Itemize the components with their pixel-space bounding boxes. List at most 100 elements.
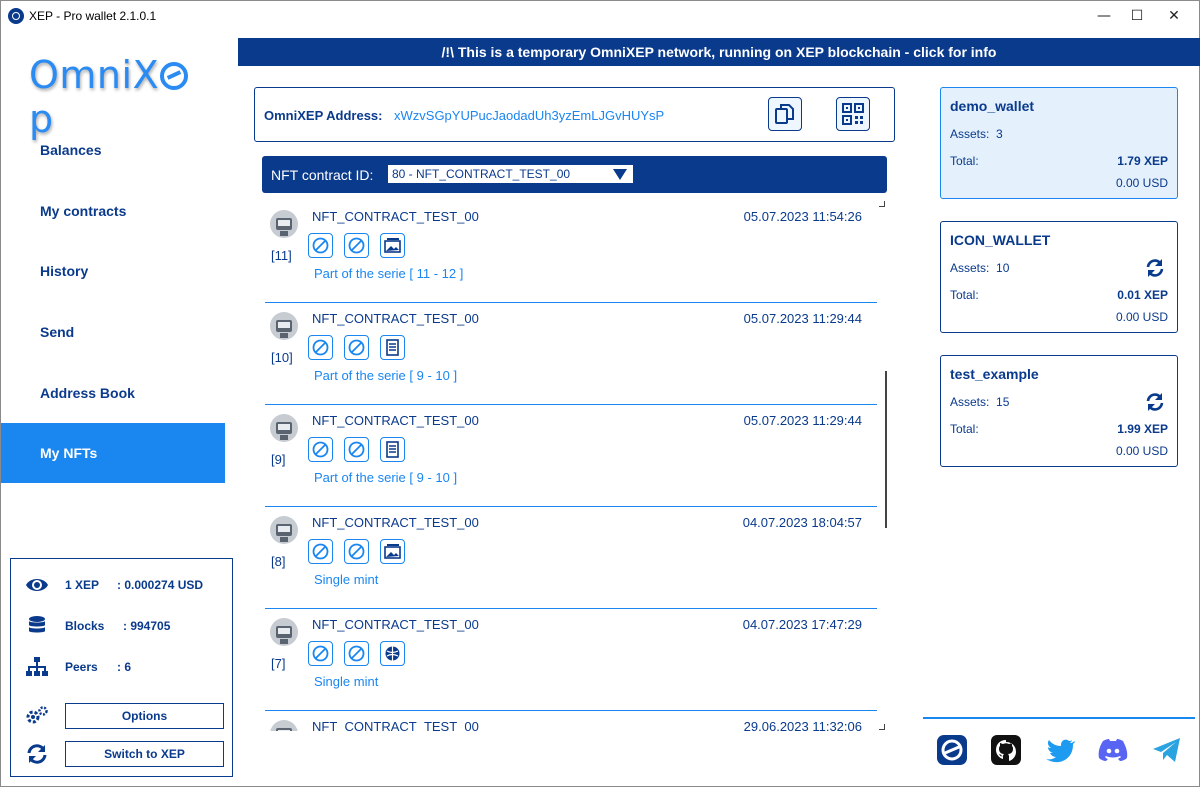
assets-count: 10 [996, 261, 1010, 275]
wallet-total-label: Total: [950, 288, 979, 302]
disabled-action-button[interactable] [308, 437, 333, 462]
nft-name: NFT_CONTRACT_TEST_00 [312, 719, 479, 731]
blocks-label: Blocks [65, 619, 105, 633]
price-label: 1 XEP [65, 578, 100, 592]
wallet-total-xep: 1.99 XEP [1117, 422, 1168, 436]
nft-date: 04.07.2023 17:47:29 [742, 617, 862, 632]
testnet-banner[interactable]: /!\ This is a temporary OmniXEP network,… [238, 38, 1200, 66]
copy-address-button[interactable] [768, 97, 802, 131]
refresh-icon[interactable] [1145, 392, 1165, 412]
wallet-card-demo-wallet[interactable]: demo_wallet Assets: 3 Total: 1.79 XEP 0.… [940, 87, 1178, 199]
open-link-button[interactable] [380, 641, 405, 666]
nav-send[interactable]: Send [1, 302, 225, 362]
app-logo-icon [8, 8, 24, 24]
nav-my-contracts[interactable]: My contracts [1, 181, 225, 241]
wallet-assets: Assets: 15 [950, 395, 1009, 409]
robot-avatar-icon [270, 210, 298, 238]
view-media-button[interactable] [380, 539, 405, 564]
disabled-action-button[interactable] [308, 641, 333, 666]
disabled-action-button[interactable] [344, 335, 369, 360]
disabled-action-button[interactable] [344, 641, 369, 666]
nav-balances[interactable]: Balances [1, 120, 225, 180]
github-icon[interactable] [990, 734, 1022, 766]
nft-date: 05.07.2023 11:29:44 [743, 311, 862, 326]
view-document-button[interactable] [380, 437, 405, 462]
nft-serie: Single mint [314, 674, 379, 689]
scroll-down-corner [879, 724, 885, 730]
wallet-total-label: Total: [950, 422, 979, 436]
nav-history[interactable]: History [1, 241, 225, 301]
nft-row[interactable]: [11] NFT_CONTRACT_TEST_00 05.07.2023 11:… [265, 201, 877, 303]
prohibited-icon [348, 543, 365, 560]
prohibited-icon [312, 645, 329, 662]
address-panel: OmniXEP Address: xWzvSGpYUPucJaodadUh3yz… [254, 87, 895, 142]
database-icon [29, 616, 45, 633]
network-icon [26, 657, 48, 676]
nft-row[interactable]: [8] NFT_CONTRACT_TEST_00 04.07.2023 18:0… [265, 507, 877, 609]
disabled-action-button[interactable] [308, 335, 333, 360]
nft-index: [7] [271, 656, 286, 671]
contract-label: NFT contract ID: [271, 167, 374, 183]
nft-row[interactable]: NFT_CONTRACT_TEST_00 29.06.2023 11:32:06 [265, 711, 877, 731]
gears-icon [26, 706, 48, 724]
options-button[interactable]: Options [65, 703, 224, 729]
telegram-icon[interactable] [1151, 734, 1183, 766]
robot-avatar-icon [270, 720, 298, 731]
contract-selected-value: 80 - NFT_CONTRACT_TEST_00 [392, 167, 571, 181]
nft-name: NFT_CONTRACT_TEST_00 [312, 311, 479, 326]
nft-row[interactable]: [7] NFT_CONTRACT_TEST_00 04.07.2023 17:4… [265, 609, 877, 711]
disabled-action-button[interactable] [344, 437, 369, 462]
app-window: XEP - Pro wallet 2.1.0.1 — ☐ ✕ /!\ This … [0, 0, 1200, 787]
prohibited-icon [348, 441, 365, 458]
view-document-button[interactable] [380, 335, 405, 360]
view-media-button[interactable] [380, 233, 405, 258]
blocks-value: : 994705 [123, 619, 171, 633]
nav-my-nfts[interactable]: My NFTs [1, 423, 225, 483]
eye-icon [26, 579, 48, 591]
assets-count: 3 [996, 127, 1003, 141]
scroll-up-corner [879, 201, 885, 207]
robot-avatar-icon [270, 312, 298, 340]
title-bar: XEP - Pro wallet 2.1.0.1 — ☐ ✕ [1, 1, 1199, 31]
window-title: XEP - Pro wallet 2.1.0.1 [29, 9, 157, 23]
qr-code-icon [842, 103, 864, 125]
disabled-action-button[interactable] [344, 233, 369, 258]
peers-row: Peers : 6 [11, 655, 232, 679]
nft-name: NFT_CONTRACT_TEST_00 [312, 515, 479, 530]
address-value[interactable]: xWzvSGpYUPucJaodadUh3yzEmLJGvHUYsP [394, 108, 664, 123]
scrollbar-thumb[interactable] [885, 371, 887, 528]
close-button[interactable]: ✕ [1151, 1, 1197, 31]
nft-row[interactable]: [9] NFT_CONTRACT_TEST_00 05.07.2023 11:2… [265, 405, 877, 507]
nft-serie: Part of the serie [ 9 - 10 ] [314, 470, 458, 485]
qr-code-button[interactable] [836, 97, 870, 131]
prohibited-icon [312, 441, 329, 458]
peers-value: : 6 [117, 660, 132, 674]
contract-selector-bar: NFT contract ID: 80 - NFT_CONTRACT_TEST_… [262, 156, 887, 193]
refresh-icon[interactable] [1145, 258, 1165, 278]
nft-date: 29.06.2023 11:32:06 [743, 719, 862, 731]
prohibited-icon [312, 543, 329, 560]
price-row: 1 XEP : 0.000274 USD [11, 573, 232, 597]
switch-to-xep-button[interactable]: Switch to XEP [65, 741, 224, 767]
wallet-card-icon-wallet[interactable]: ICON_WALLET Assets: 10 Total: 0.01 XEP 0… [940, 221, 1178, 333]
nav-address-book[interactable]: Address Book [1, 363, 225, 423]
image-icon [384, 544, 401, 559]
wallet-total-label: Total: [950, 154, 979, 168]
contract-select[interactable]: 80 - NFT_CONTRACT_TEST_00 [387, 164, 634, 184]
twitter-icon[interactable] [1043, 734, 1075, 766]
nft-index: [9] [271, 452, 286, 467]
disabled-action-button[interactable] [344, 539, 369, 564]
robot-avatar-icon [270, 618, 298, 646]
wallet-assets: Assets: 3 [950, 127, 1003, 141]
omnixep-icon[interactable] [936, 734, 968, 766]
nft-index: [10] [271, 350, 293, 365]
nft-index: [11] [271, 248, 292, 263]
switch-icon [27, 744, 47, 764]
wallet-card-test-example[interactable]: test_example Assets: 15 Total: 1.99 XEP … [940, 355, 1178, 467]
document-icon [386, 339, 399, 356]
nft-row[interactable]: [10] NFT_CONTRACT_TEST_00 05.07.2023 11:… [265, 303, 877, 405]
logo-text-start: OmniX [29, 53, 160, 97]
disabled-action-button[interactable] [308, 539, 333, 564]
discord-icon[interactable] [1097, 734, 1129, 766]
disabled-action-button[interactable] [308, 233, 333, 258]
